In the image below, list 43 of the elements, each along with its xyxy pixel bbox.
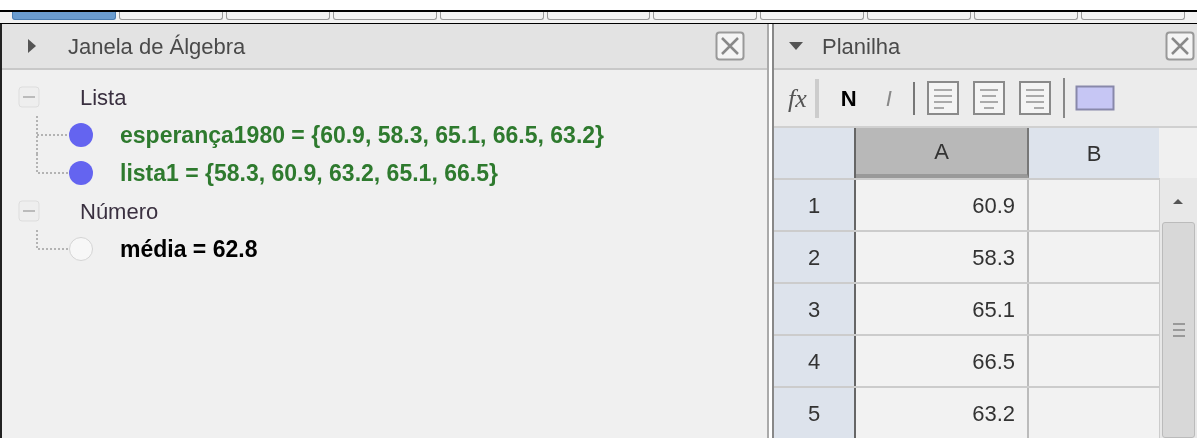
toolbar-tab[interactable]	[12, 12, 116, 20]
algebra-entry[interactable]: média = 62.8	[120, 231, 258, 267]
toolbar-tab[interactable]	[332, 12, 437, 20]
background-color-icon[interactable]	[1074, 85, 1115, 111]
align-center-icon[interactable]	[970, 80, 1007, 116]
corner-cell[interactable]	[774, 128, 856, 178]
row-header[interactable]: 3	[774, 284, 856, 334]
toolbar-tab[interactable]	[439, 12, 544, 20]
close-icon[interactable]	[715, 31, 745, 61]
row-header[interactable]: 5	[774, 388, 856, 438]
tree-connector	[36, 230, 68, 250]
column-header[interactable]: A	[856, 128, 1029, 178]
hidden-dot-icon[interactable]	[68, 236, 94, 262]
category-label: Número	[80, 197, 159, 226]
visible-dot-icon[interactable]	[68, 160, 94, 186]
toolbar-tab[interactable]	[974, 12, 1079, 20]
vertical-scrollbar[interactable]	[1159, 178, 1197, 438]
panel-title: Janela de Álgebra	[68, 32, 247, 61]
algebra-entry[interactable]: lista1 = {58.3, 60.9, 63.2, 65.1, 66.5}	[120, 155, 498, 191]
toolbar-tab[interactable]	[653, 12, 758, 20]
panel-title: Planilha	[822, 32, 902, 61]
formula-button[interactable]: fx	[788, 78, 819, 118]
toolbar-tab[interactable]	[225, 12, 330, 20]
collapse-icon[interactable]	[18, 86, 40, 108]
toolbar-tab[interactable]	[118, 12, 223, 20]
close-icon[interactable]	[1165, 31, 1195, 61]
row-header[interactable]: 4	[774, 336, 856, 386]
column-header[interactable]: B	[1029, 128, 1159, 178]
collapse-icon[interactable]	[18, 200, 40, 222]
algebra-entry[interactable]: esperança1980 = {60.9, 58.3, 65.1, 66.5, 63.2}	[120, 117, 605, 153]
bold-button[interactable]: N	[828, 81, 869, 115]
row-header[interactable]: 1	[774, 180, 856, 230]
toolbar-tab[interactable]	[867, 12, 972, 20]
align-left-icon[interactable]	[924, 80, 961, 116]
category-label: Lista	[80, 83, 127, 112]
toolbar-tab[interactable]	[546, 12, 651, 20]
visible-dot-icon[interactable]	[68, 122, 94, 148]
grip-icon	[1171, 321, 1186, 339]
scrollbar-thumb[interactable]	[1162, 222, 1195, 438]
toolbar-tab[interactable]	[1081, 12, 1185, 20]
align-right-icon[interactable]	[1016, 80, 1053, 116]
toolbar-tab[interactable]	[760, 12, 865, 20]
row-header[interactable]: 2	[774, 232, 856, 282]
